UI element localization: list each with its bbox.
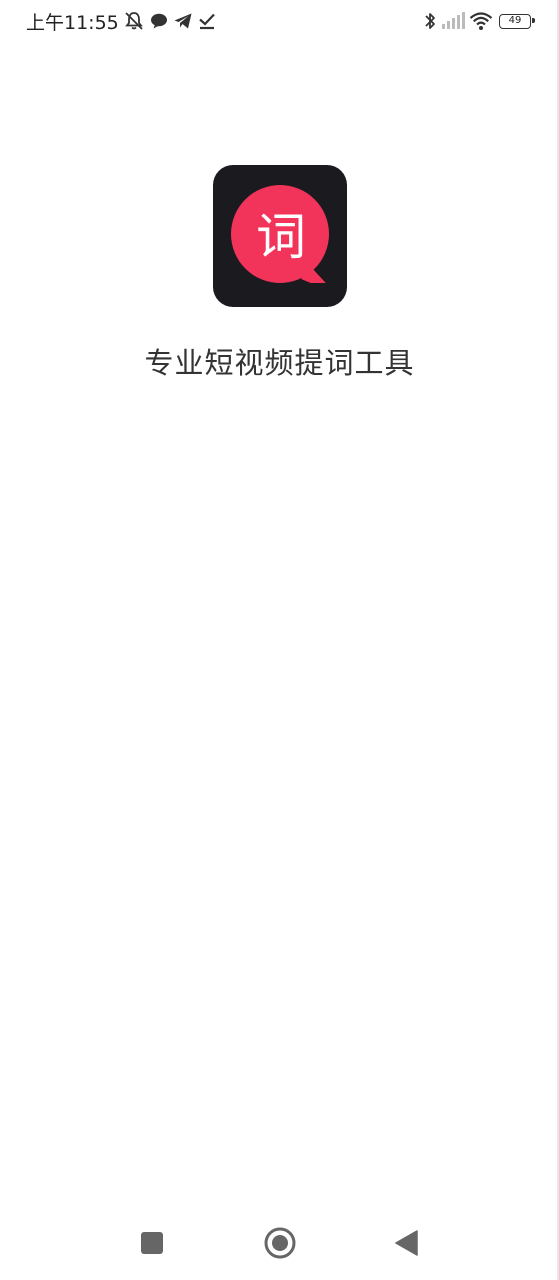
signal-icon [441, 12, 465, 30]
splash-screen: 上午11:55 49 词 专业短视频提词工具 [0, 0, 559, 1280]
telegram-icon [173, 12, 193, 30]
logo-character: 词 [256, 208, 306, 266]
app-logo: 词 [213, 165, 347, 307]
app-slogan: 专业短视频提词工具 [144, 346, 415, 380]
download-done-icon [197, 12, 217, 30]
back-icon [395, 1230, 418, 1256]
chat-bubble-icon [149, 12, 169, 30]
battery-icon: 49 [499, 13, 535, 29]
status-time: 上午11:55 [26, 11, 119, 34]
battery-level: 49 [508, 15, 522, 26]
notifications-off-icon [123, 11, 145, 31]
status-right: 49 [419, 9, 535, 33]
bluetooth-icon [423, 11, 437, 31]
home-icon [264, 1227, 296, 1259]
wifi-icon [469, 11, 493, 31]
status-left: 上午11:55 [26, 9, 217, 34]
status-bar: 上午11:55 49 [0, 0, 559, 42]
back-button[interactable] [382, 1218, 432, 1268]
home-button[interactable] [255, 1218, 305, 1268]
navigation-bar [0, 1210, 559, 1280]
recents-icon [141, 1232, 163, 1254]
recents-button[interactable] [127, 1218, 177, 1268]
